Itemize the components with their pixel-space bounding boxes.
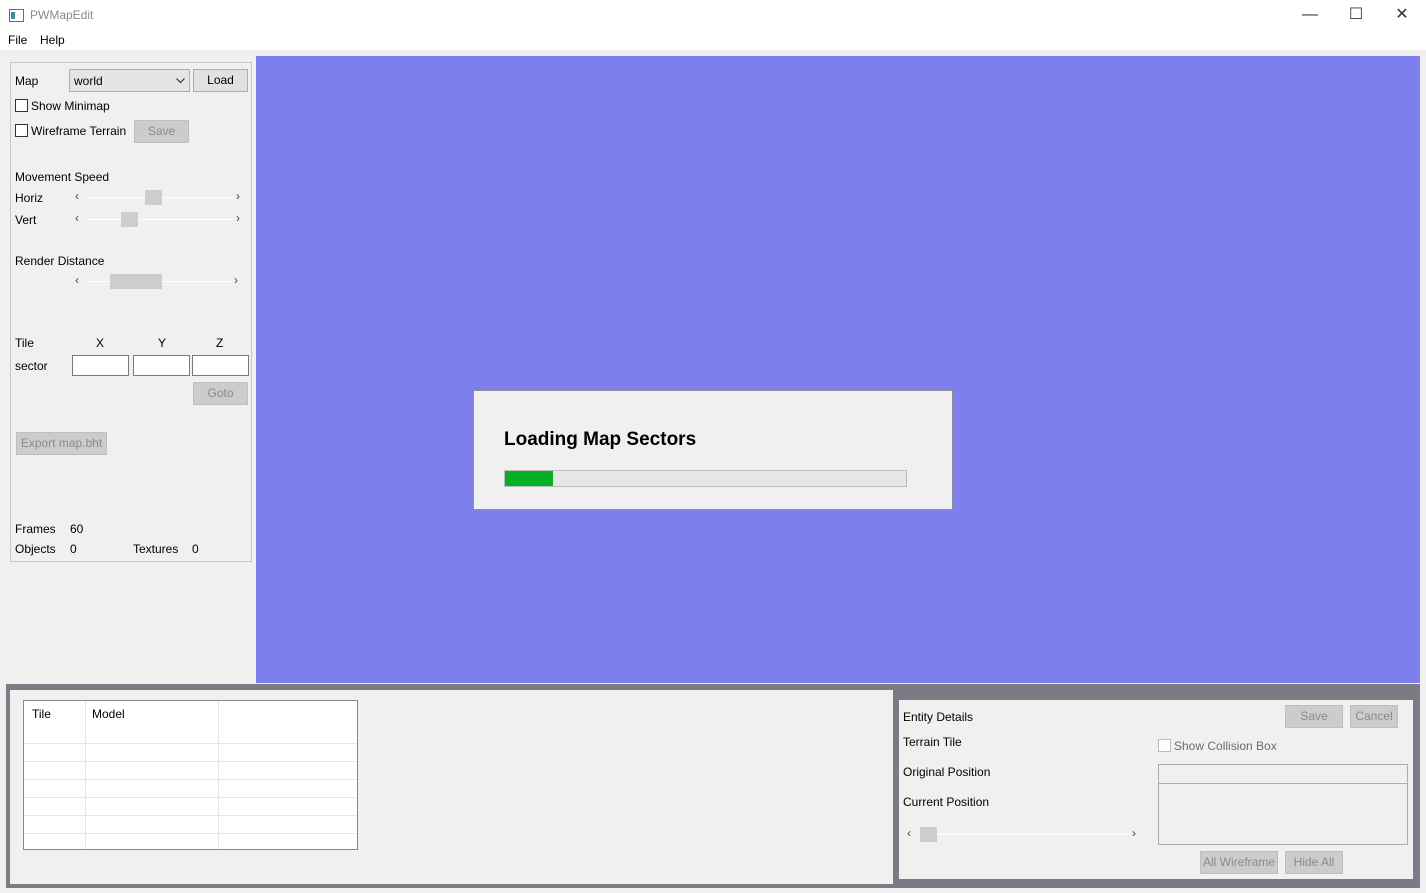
scroll-right-arrow-icon[interactable]: › [1132,826,1136,840]
frames-value: 60 [70,522,84,536]
scroll-track [86,219,234,220]
objects-table[interactable]: Tile Model [23,700,358,850]
menu-file[interactable]: File [8,33,27,47]
show-collision-box-label: Show Collision Box [1174,739,1277,753]
app-icon [9,9,24,22]
vert-speed-scrollbar[interactable]: ‹ › [72,211,248,228]
entity-scrollbar[interactable]: ‹ › [903,826,1144,843]
loading-title: Loading Map Sectors [504,429,697,450]
z-input[interactable] [192,355,249,376]
tile-label: Tile [15,336,34,350]
close-button[interactable]: ✕ [1379,0,1425,30]
scroll-track [919,834,1129,835]
y-input[interactable] [133,355,190,376]
minimize-button[interactable]: — [1287,0,1333,30]
scroll-left-arrow-icon[interactable]: ‹ [75,211,79,225]
scroll-left-arrow-icon[interactable]: ‹ [907,826,911,840]
z-label: Z [216,336,224,350]
render-distance-thumb[interactable] [110,274,162,289]
chevron-down-icon [176,78,185,84]
original-position-label: Original Position [903,765,991,779]
entity-list-box[interactable] [1158,764,1408,845]
y-label: Y [158,336,167,350]
vert-label: Vert [15,213,37,227]
show-minimap-checkbox[interactable] [15,99,28,112]
goto-button[interactable]: Goto [193,382,248,405]
show-collision-box-checkbox[interactable] [1158,739,1171,752]
entity-list-header [1159,765,1407,784]
entity-save-button[interactable]: Save [1285,705,1343,728]
loading-progress-fill [505,471,553,486]
hide-all-button[interactable]: Hide All [1285,851,1343,874]
sector-label: sector [15,359,48,373]
load-button[interactable]: Load [193,69,248,92]
scroll-right-arrow-icon[interactable]: › [236,189,240,203]
window-title: PWMapEdit [30,8,94,22]
loading-progress-bar [504,470,907,487]
render-distance-scrollbar[interactable]: ‹ › [72,273,246,290]
scroll-left-arrow-icon[interactable]: ‹ [75,189,79,203]
movement-speed-label: Movement Speed [15,170,110,184]
row-divider [24,761,357,762]
maximize-button[interactable]: ☐ [1333,0,1379,30]
scroll-right-arrow-icon[interactable]: › [236,211,240,225]
entity-scroll-thumb[interactable] [920,827,937,842]
current-position-label: Current Position [903,795,990,809]
textures-label: Textures [133,542,179,556]
row-divider [24,797,357,798]
horiz-speed-scrollbar[interactable]: ‹ › [72,189,248,206]
textures-value: 0 [192,542,199,556]
scroll-right-arrow-icon[interactable]: › [234,273,238,287]
map-select[interactable]: world [69,69,190,92]
column-divider [218,701,219,849]
save-terrain-button[interactable]: Save [134,120,189,143]
horiz-speed-thumb[interactable] [145,190,162,205]
terrain-tile-label: Terrain Tile [903,735,962,749]
wireframe-terrain-label: Wireframe Terrain [31,124,127,138]
menu-help[interactable]: Help [40,33,65,47]
objects-value: 0 [70,542,77,556]
export-map-button[interactable]: Export map.bht [16,432,107,455]
objects-label: Objects [15,542,56,556]
row-divider [24,815,357,816]
map-select-value: world [74,74,103,88]
loading-dialog: Loading Map Sectors [473,390,953,510]
all-wireframe-button[interactable]: All Wireframe [1200,851,1278,874]
x-input[interactable] [72,355,129,376]
map-viewport[interactable] [256,56,1420,683]
title-bar [0,0,1426,30]
wireframe-terrain-checkbox[interactable] [15,124,28,137]
show-minimap-label: Show Minimap [31,99,110,113]
row-divider [24,743,357,744]
entity-cancel-button[interactable]: Cancel [1350,705,1398,728]
horiz-label: Horiz [15,191,44,205]
menu-bar [0,30,1426,50]
render-distance-label: Render Distance [15,254,105,268]
row-divider [24,779,357,780]
column-divider [85,701,86,849]
entity-details-label: Entity Details [903,710,974,724]
vert-speed-thumb[interactable] [121,212,138,227]
scroll-left-arrow-icon[interactable]: ‹ [75,273,79,287]
frames-label: Frames [15,522,56,536]
column-header-model[interactable]: Model [92,707,125,721]
column-header-tile[interactable]: Tile [32,707,51,721]
x-label: X [96,336,105,350]
map-label: Map [15,74,39,88]
row-divider [24,833,357,834]
